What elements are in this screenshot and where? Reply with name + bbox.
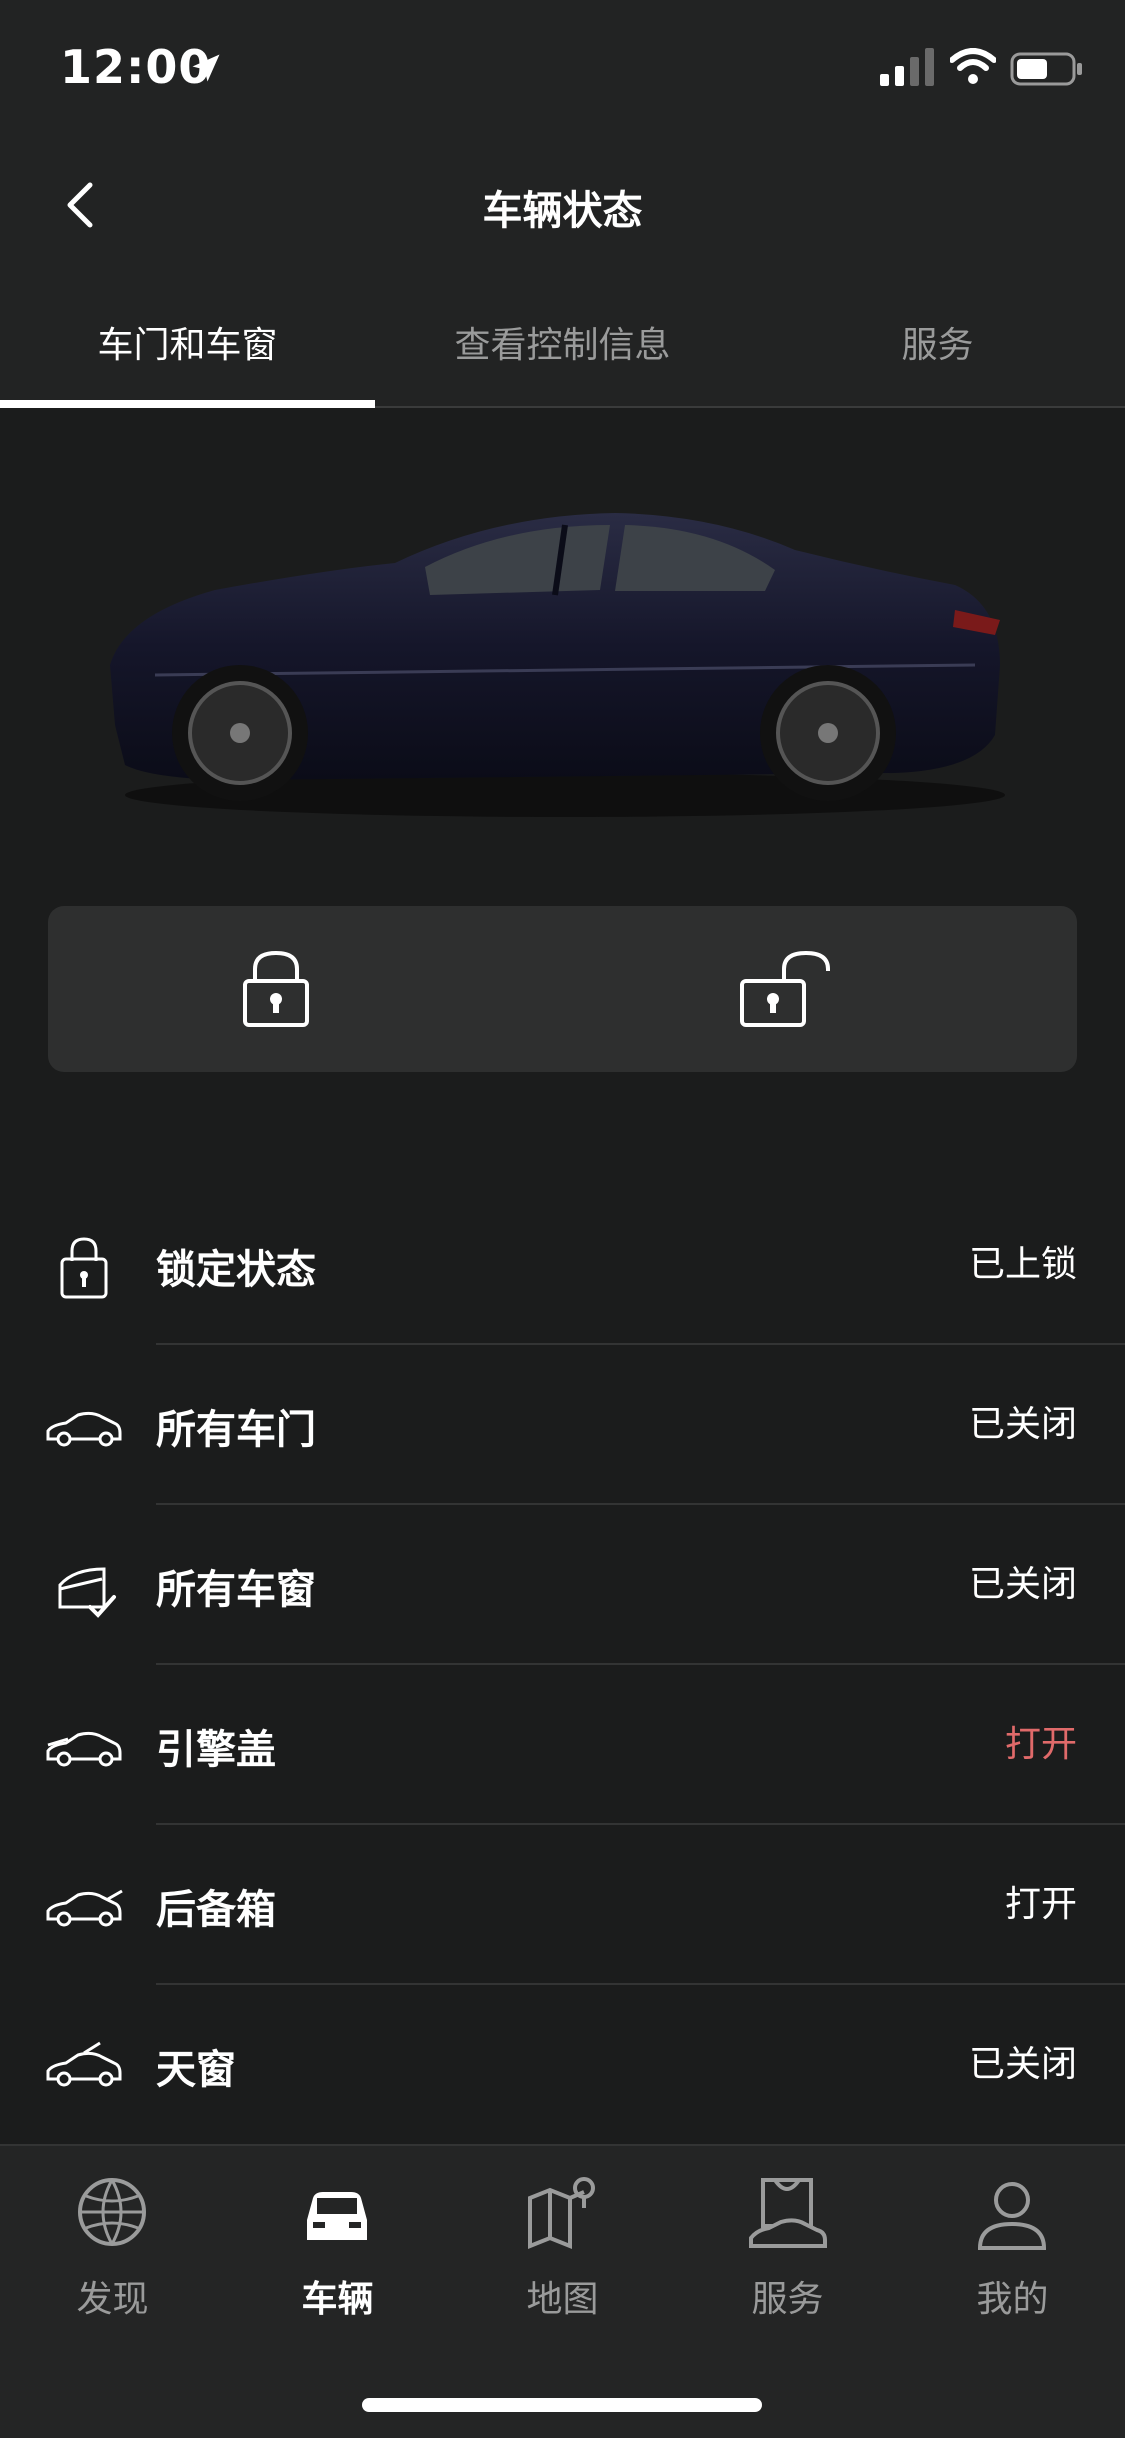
- vehicle-image: [110, 513, 1005, 817]
- status-row-lock[interactable]: 锁定状态 已上锁: [0, 1185, 1125, 1345]
- status-row-hood[interactable]: 引擎盖 打开: [0, 1665, 1125, 1825]
- nav-label: 车辆: [301, 2279, 374, 2320]
- status-row-trunk[interactable]: 后备箱 打开: [0, 1825, 1125, 1985]
- nav-discover[interactable]: 发现: [0, 2176, 225, 2320]
- status-value: 打开: [1004, 1884, 1077, 1925]
- status-row-doors[interactable]: 所有车门 已关闭: [0, 1345, 1125, 1505]
- unlock-icon: [740, 950, 830, 1027]
- bottom-tab-bar: 发现 车辆 地图 服务 我的: [0, 2144, 1125, 2438]
- tab-control-info[interactable]: 查看控制信息: [375, 280, 750, 404]
- tab-bar: 车门和车窗 查看控制信息 服务: [0, 280, 1125, 408]
- status-value: 已关闭: [968, 1404, 1077, 1445]
- car-front-icon: [307, 2192, 367, 2240]
- tab-label: 查看控制信息: [454, 325, 671, 366]
- status-label: 后备箱: [156, 1887, 276, 1933]
- cellular-signal-icon: [880, 48, 934, 86]
- nav-map[interactable]: 地图: [450, 2176, 675, 2320]
- location-arrow-icon: [192, 54, 220, 82]
- lock-button[interactable]: [196, 936, 356, 1042]
- nav-header: 车辆状态: [0, 130, 1125, 280]
- tab-label: 车门和车窗: [97, 325, 278, 366]
- lock-icon: [60, 1237, 108, 1299]
- unlock-button[interactable]: [708, 936, 868, 1042]
- status-label: 天窗: [156, 2047, 236, 2093]
- lock-control-panel: [48, 906, 1077, 1072]
- status-row-windows[interactable]: 所有车窗 已关闭: [0, 1505, 1125, 1665]
- map-pin-icon: [528, 2177, 595, 2249]
- status-label: 引擎盖: [156, 1727, 276, 1773]
- nav-vehicle[interactable]: 车辆: [225, 2176, 450, 2320]
- car-hood-icon: [46, 1731, 122, 1767]
- status-row-sunroof[interactable]: 天窗 已关闭: [0, 1985, 1125, 2145]
- tab-service[interactable]: 服务: [750, 280, 1125, 404]
- battery-icon: [1010, 52, 1082, 86]
- car-trunk-icon: [46, 1889, 123, 1927]
- nav-label: 服务: [751, 2279, 824, 2320]
- status-bar: 12:00: [0, 0, 1125, 130]
- car-side-icon: [46, 1411, 122, 1447]
- lock-icon: [243, 950, 309, 1027]
- globe-icon: [78, 2178, 146, 2246]
- status-label: 锁定状态: [156, 1247, 316, 1293]
- nav-label: 我的: [976, 2279, 1049, 2320]
- nav-label: 发现: [76, 2279, 149, 2320]
- status-value: 已上锁: [968, 1244, 1077, 1285]
- tab-doors-windows[interactable]: 车门和车窗: [0, 280, 375, 404]
- window-check-icon: [58, 1567, 116, 1618]
- service-bag-icon: [749, 2178, 827, 2248]
- page-title: 车辆状态: [482, 188, 643, 234]
- car-sunroof-icon: [46, 2041, 122, 2087]
- person-icon: [977, 2182, 1047, 2250]
- status-value: 已关闭: [968, 1564, 1077, 1605]
- nav-service[interactable]: 服务: [675, 2176, 900, 2320]
- tab-label: 服务: [901, 325, 974, 366]
- active-tab-indicator: [0, 400, 375, 408]
- status-value: 已关闭: [968, 2044, 1077, 2085]
- nav-label: 地图: [526, 2279, 599, 2320]
- status-label: 所有车门: [156, 1407, 316, 1453]
- status-value: 打开: [1004, 1724, 1077, 1765]
- wifi-icon: [950, 48, 996, 84]
- status-label: 所有车窗: [156, 1567, 316, 1613]
- nav-profile[interactable]: 我的: [900, 2176, 1125, 2320]
- home-indicator[interactable]: [362, 2398, 762, 2412]
